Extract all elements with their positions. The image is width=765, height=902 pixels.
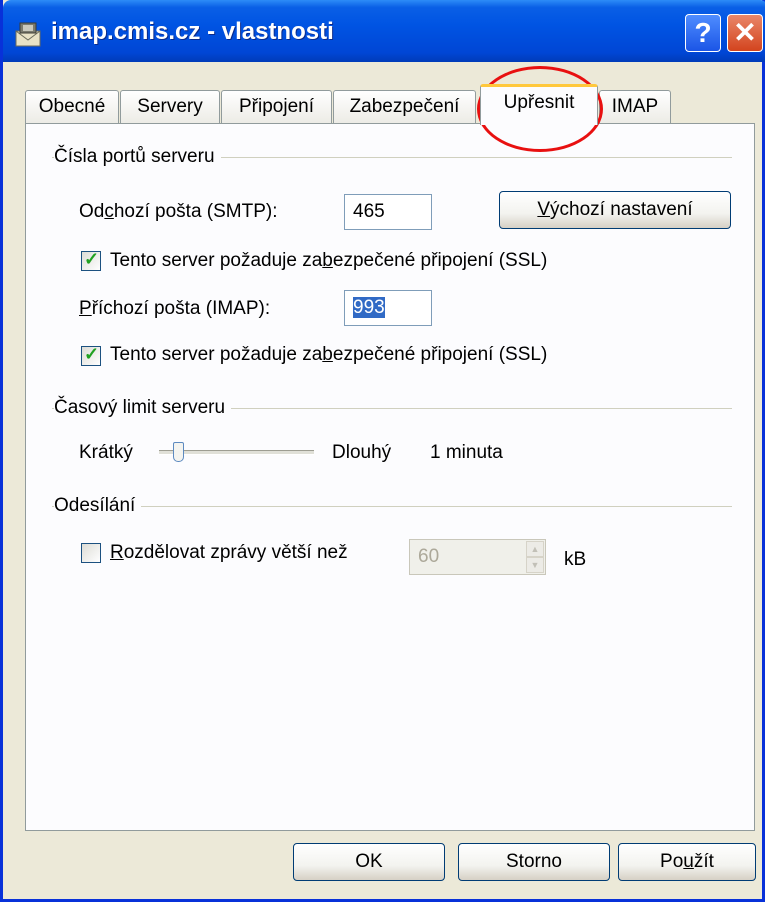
check-icon: ✓	[84, 344, 100, 364]
split-size-unit: kB	[564, 549, 587, 570]
advanced-tab-panel: Čísla portů serveru Odchozí pošta (SMTP)…	[25, 123, 755, 831]
sending-group-label: Odesílání	[54, 495, 142, 517]
timeout-group-label: Časový limit serveru	[54, 397, 232, 419]
tab-pripojeni[interactable]: Připojení	[221, 90, 332, 124]
help-button[interactable]: ?	[685, 14, 721, 52]
mail-account-icon	[15, 22, 41, 47]
split-size-spinner: 60 ▲ ▼	[409, 539, 546, 575]
smtp-port-label: Odchozí pošta (SMTP):	[79, 201, 278, 222]
properties-dialog: imap.cmis.cz - vlastnosti ? ✕ Obecné Ser…	[0, 0, 765, 902]
ok-button[interactable]: OK	[293, 843, 445, 881]
imap-port-selection: 993	[353, 297, 385, 318]
smtp-ssl-checkbox[interactable]: ✓	[81, 249, 101, 271]
restore-defaults-button[interactable]: Výchozí nastavení	[499, 191, 731, 229]
timeout-short-label: Krátký	[79, 442, 133, 463]
window-title: imap.cmis.cz - vlastnosti	[51, 18, 334, 45]
spin-up-icon: ▲	[526, 541, 544, 557]
ports-group-label: Čísla portů serveru	[54, 146, 221, 168]
tab-imap[interactable]: IMAP	[599, 90, 671, 124]
tab-obecne[interactable]: Obecné	[25, 90, 119, 124]
check-icon: ✓	[84, 249, 100, 269]
title-bar[interactable]: imap.cmis.cz - vlastnosti ? ✕	[3, 0, 765, 62]
timeout-long-label: Dlouhý	[332, 442, 392, 463]
sending-group-divider	[52, 506, 732, 507]
timeout-value: 1 minuta	[430, 442, 503, 463]
imap-ssl-checkbox[interactable]: ✓	[81, 344, 101, 366]
smtp-ssl-label: Tento server požaduje zabezpečené připoj…	[110, 250, 548, 271]
imap-ssl-label: Tento server požaduje zabezpečené připoj…	[110, 344, 548, 365]
spin-down-icon: ▼	[526, 557, 544, 573]
spinner-buttons: ▲ ▼	[526, 541, 544, 573]
imap-port-input[interactable]: 993	[344, 290, 432, 326]
split-size-value: 60	[418, 546, 440, 567]
apply-button[interactable]: Použít	[618, 843, 756, 881]
tab-bar: Obecné Servery Připojení Zabezpečení Upř…	[25, 84, 765, 125]
imap-port-label: Příchozí pošta (IMAP):	[79, 298, 271, 319]
split-messages-checkbox[interactable]	[81, 543, 101, 563]
close-button[interactable]: ✕	[727, 14, 763, 52]
timeout-slider-thumb[interactable]	[173, 442, 185, 462]
tab-servery[interactable]: Servery	[120, 90, 220, 124]
tab-upresnit[interactable]: Upřesnit	[480, 84, 598, 125]
cancel-button[interactable]: Storno	[458, 843, 610, 881]
smtp-port-input[interactable]: 465	[344, 194, 432, 230]
split-messages-label: Rozdělovat zprávy větší než	[110, 542, 348, 563]
tab-zabezpeceni[interactable]: Zabezpečení	[333, 90, 476, 124]
